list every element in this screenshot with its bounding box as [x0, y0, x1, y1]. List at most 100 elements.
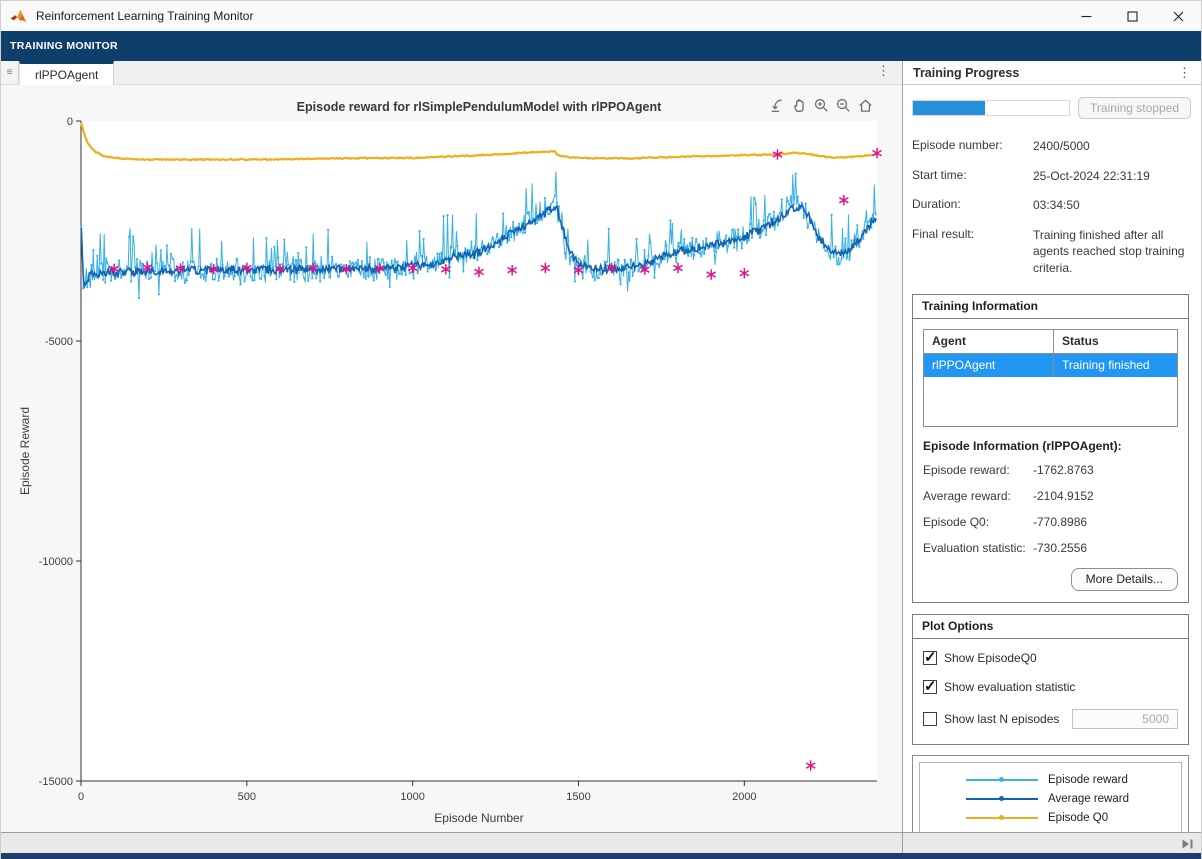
episode-q0-row: Episode Q0: -770.8986 [923, 510, 1178, 536]
plot-options-group: Plot Options Show EpisodeQ0 Show evaluat… [912, 614, 1189, 745]
ribbon-tab-training-monitor[interactable]: TRAINING MONITOR [1, 40, 118, 52]
training-progress-panel: Training Progress ⋮ Training stopped Epi… [902, 61, 1201, 832]
field-label: Final result: [912, 227, 1033, 277]
checkbox-label: Show evaluation statistic [944, 680, 1075, 694]
show-last-n-episodes-row: Show last N episodes [923, 709, 1178, 729]
field-value: -2104.9152 [1033, 489, 1094, 503]
home-icon[interactable] [856, 96, 875, 115]
show-last-n-episodes-checkbox[interactable] [923, 712, 937, 726]
legend-label: Episode Q0 [1048, 812, 1108, 824]
training-information-group: Training Information Agent Status rlPPOA… [912, 294, 1189, 603]
progress-fill [913, 101, 985, 115]
group-title: Training Information [913, 295, 1188, 319]
skip-to-end-icon[interactable] [1181, 837, 1194, 855]
legend-item-average-reward: Average reward [966, 789, 1181, 808]
legend-item-episode-reward: Episode reward [966, 770, 1181, 789]
checkbox-label: Show EpisodeQ0 [944, 651, 1037, 665]
line-dot-swatch [966, 798, 1038, 800]
panel-header: Training Progress ⋮ [903, 61, 1201, 85]
field-label: Episode Q0: [923, 515, 1033, 529]
n-episodes-input[interactable] [1072, 709, 1178, 729]
progress-row: Training stopped [912, 97, 1191, 119]
checkbox-label: Show last N episodes [944, 712, 1059, 726]
line-dot-swatch [966, 779, 1038, 781]
group-title: Plot Options [913, 615, 1188, 639]
field-label: Evaluation statistic: [923, 541, 1033, 555]
show-evaluation-statistic-row: Show evaluation statistic [923, 680, 1178, 694]
episode-information-title: Episode Information (rlPPOAgent): [923, 439, 1178, 453]
minimize-button[interactable] [1063, 1, 1109, 31]
x-axis-label: Episode Number [434, 811, 523, 825]
show-evaluation-statistic-checkbox[interactable] [923, 680, 937, 694]
x-tick-label: 1500 [566, 791, 590, 803]
field-value: -1762.8763 [1033, 463, 1094, 477]
episode-number-row: Episode number: 2400/5000 [912, 132, 1191, 162]
export-icon[interactable] [768, 96, 787, 115]
chart-title: Episode reward for rlSimplePendulumModel… [297, 100, 662, 114]
field-value: Training finished after all agents reach… [1033, 227, 1191, 277]
column-header-agent: Agent [924, 330, 1054, 353]
window-title: Reinforcement Learning Training Monitor [36, 9, 253, 23]
more-details-button[interactable]: More Details... [1071, 568, 1178, 591]
show-episodeq0-checkbox[interactable] [923, 651, 937, 665]
x-tick-label: 2000 [732, 791, 756, 803]
y-axis-label: Episode Reward [18, 407, 32, 495]
agent-cell: rlPPOAgent [924, 354, 1054, 377]
status-cell: Training finished [1054, 354, 1177, 377]
agent-status-table[interactable]: Agent Status rlPPOAgent Training finishe… [923, 329, 1178, 427]
panel-menu-icon[interactable]: ⋮ [1178, 65, 1191, 81]
document-tab-bar: ≡ rlPPOAgent ⋮ [1, 61, 902, 85]
field-value: 03:34:50 [1033, 197, 1191, 214]
duration-row: Duration: 03:34:50 [912, 191, 1191, 221]
evaluation-statistic-row: Evaluation statistic: -730.2556 [923, 536, 1178, 562]
field-value: 2400/5000 [1033, 138, 1191, 155]
column-header-status: Status [1054, 330, 1177, 353]
axes-toolbar [768, 96, 875, 115]
x-tick-label: 1000 [400, 791, 424, 803]
panel-title: Training Progress [913, 66, 1019, 80]
table-header-row: Agent Status [924, 330, 1177, 354]
y-tick-label: -5000 [45, 336, 73, 348]
field-label: Episode reward: [923, 463, 1033, 477]
field-value: 25-Oct-2024 22:31:19 [1033, 168, 1191, 185]
training-stopped-button[interactable]: Training stopped [1078, 97, 1191, 119]
tab-rlppoagent[interactable]: rlPPOAgent [19, 61, 114, 85]
y-tick-label: -10000 [39, 556, 73, 568]
line-dot-swatch [966, 817, 1038, 819]
title-bar: Reinforcement Learning Training Monitor [1, 1, 1201, 31]
tab-bar-menu-icon[interactable]: ⋮ [877, 63, 890, 79]
table-row[interactable]: rlPPOAgent Training finished [924, 354, 1177, 377]
reward-chart[interactable]: 05001000150020000-5000-10000-15000Episod… [1, 85, 902, 832]
chart-document: 05001000150020000-5000-10000-15000Episod… [1, 85, 902, 832]
show-episodeq0-row: Show EpisodeQ0 [923, 651, 1178, 665]
legend-panel: Episode reward Average reward Episode Q0 [912, 755, 1189, 832]
app-window: Reinforcement Learning Training Monitor … [0, 0, 1202, 859]
panel-grip-icon[interactable]: ≡ [1, 61, 19, 84]
tab-label: rlPPOAgent [35, 68, 98, 82]
close-button[interactable] [1155, 1, 1201, 31]
field-value: -730.2556 [1033, 541, 1087, 555]
maximize-button[interactable] [1109, 1, 1155, 31]
toolstrip-ribbon: TRAINING MONITOR [1, 31, 1201, 61]
window-bottom-edge [1, 853, 1201, 859]
field-label: Start time: [912, 168, 1033, 185]
matlab-logo-icon [10, 9, 27, 24]
x-tick-label: 0 [78, 791, 84, 803]
legend-item-episode-q0: Episode Q0 [966, 808, 1181, 827]
legend-label: Episode reward [1048, 774, 1128, 786]
status-bar [1, 832, 1201, 853]
y-tick-label: 0 [67, 116, 73, 128]
field-value: -770.8986 [1033, 515, 1087, 529]
episode-reward-row: Episode reward: -1762.8763 [923, 458, 1178, 484]
average-reward-row: Average reward: -2104.9152 [923, 484, 1178, 510]
training-progress-bar [912, 100, 1070, 116]
final-result-row: Final result: Training finished after al… [912, 221, 1191, 284]
field-label: Average reward: [923, 489, 1033, 503]
zoom-in-icon[interactable] [812, 96, 831, 115]
field-label: Episode number: [912, 138, 1033, 155]
y-tick-label: -15000 [39, 776, 73, 788]
legend-label: Average reward [1048, 793, 1129, 805]
zoom-out-icon[interactable] [834, 96, 853, 115]
status-bar-divider [902, 833, 903, 853]
pan-icon[interactable] [790, 96, 809, 115]
